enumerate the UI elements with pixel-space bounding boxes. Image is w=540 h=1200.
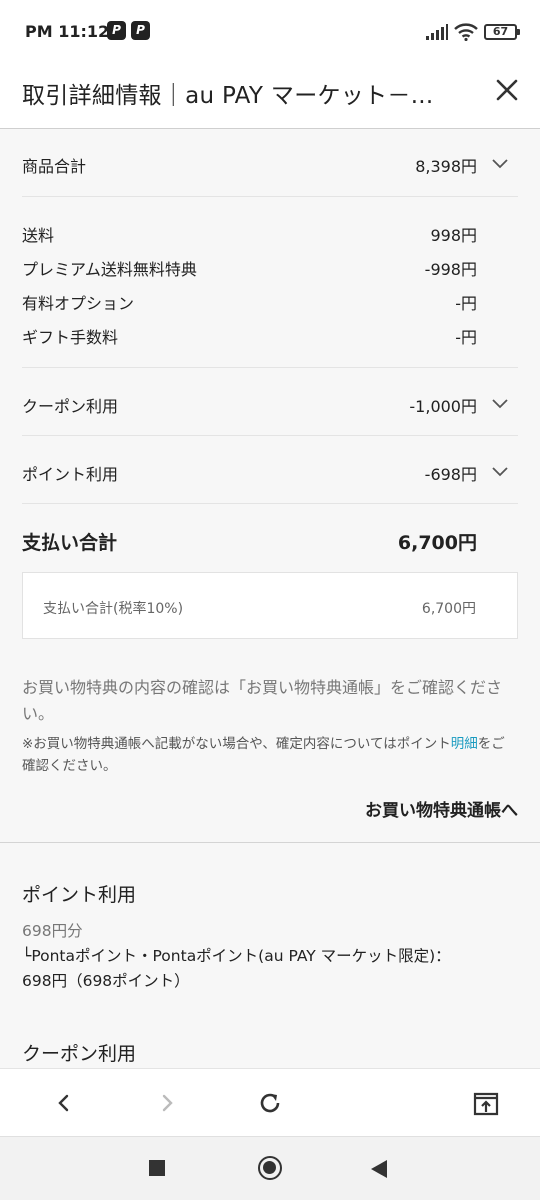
back-triangle-icon[interactable] [370,1159,388,1179]
title-bar: 取引詳細情報｜au PAY マーケット－... [0,64,540,129]
points-section-title: ポイント利用 [22,884,137,906]
wifi-icon [454,23,478,41]
small-note-text: ※お買い物特典通帳へ記載がない場合や、確定内容についてはポイント [22,736,451,752]
coupon-label: クーポン利用 [22,397,119,416]
paid-option-label: 有料オプション [22,294,135,313]
coupon-section-title: クーポン利用 [22,1043,137,1065]
total-value: 6,700円 [397,532,477,554]
benefit-notice: お買い物特典の内容の確認は「お買い物特典通帳」をご確認ください。 [22,678,503,723]
subtotal-value: 8,398円 [415,157,477,176]
browser-toolbar [0,1068,540,1136]
points-detail-line: └Pontaポイント・Pontaポイント(au PAY マーケット限定)： [22,947,451,965]
divider [22,367,518,368]
chevron-down-icon[interactable] [490,393,510,413]
chevron-down-icon[interactable] [490,153,510,173]
home-dot-icon [263,1161,276,1174]
premium-shipping-value: -998円 [424,260,477,279]
tax-value: 6,700円 [421,601,476,617]
system-nav-bar [0,1136,540,1200]
point-detail-link[interactable]: 明細 [451,736,478,752]
points-detail: └Pontaポイント・Pontaポイント(au PAY マーケット限定)： 69… [22,944,522,994]
paypay-icon: P [131,21,150,40]
divider [22,503,518,504]
points-detail-line: 698円（698ポイント） [22,972,190,990]
paypay-icon: P [107,21,126,40]
gift-fee-label: ギフト手数料 [22,328,119,347]
shipping-value: 998円 [430,226,477,245]
status-time: PM 11:12 [25,22,110,41]
divider [22,435,518,436]
chevron-down-icon[interactable] [490,461,510,481]
benefit-passbook-link[interactable]: お買い物特典通帳へ [365,796,518,821]
status-bar: PM 11:12 P P 67 [0,0,540,64]
shipping-label: 送料 [22,226,55,245]
subtotal-label: 商品合計 [22,157,87,176]
points-amount: 698円分 [22,922,83,940]
premium-shipping-label: プレミアム送料無料特典 [22,260,197,279]
battery-icon: 67 [484,24,520,40]
benefit-small-note: ※お買い物特典通帳へ記載がない場合や、確定内容についてはポイント明細をご確認くだ… [22,733,518,777]
section-divider [0,842,540,843]
page-title: 取引詳細情報｜au PAY マーケット－... [22,83,434,109]
reload-icon[interactable] [254,1087,286,1119]
signal-icon [426,24,448,40]
close-icon[interactable] [491,74,523,106]
forward-icon[interactable] [151,1087,183,1119]
total-label: 支払い合計 [22,532,118,554]
home-button[interactable] [258,1156,282,1180]
point-value: -698円 [424,465,477,484]
point-label: ポイント利用 [22,465,119,484]
gift-fee-value: -円 [455,328,477,347]
open-external-icon[interactable] [470,1087,502,1119]
tax-breakdown-box: 支払い合計(税率10%) 6,700円 [22,572,518,639]
divider [22,196,518,197]
tax-label: 支払い合計(税率10%) [43,601,184,617]
back-icon[interactable] [48,1087,80,1119]
transaction-detail-content: 商品合計 8,398円 送料 998円 プレミアム送料無料特典 -998円 有料… [0,129,540,1068]
recents-button[interactable] [149,1160,165,1176]
coupon-value: -1,000円 [409,397,477,416]
paid-option-value: -円 [455,294,477,313]
